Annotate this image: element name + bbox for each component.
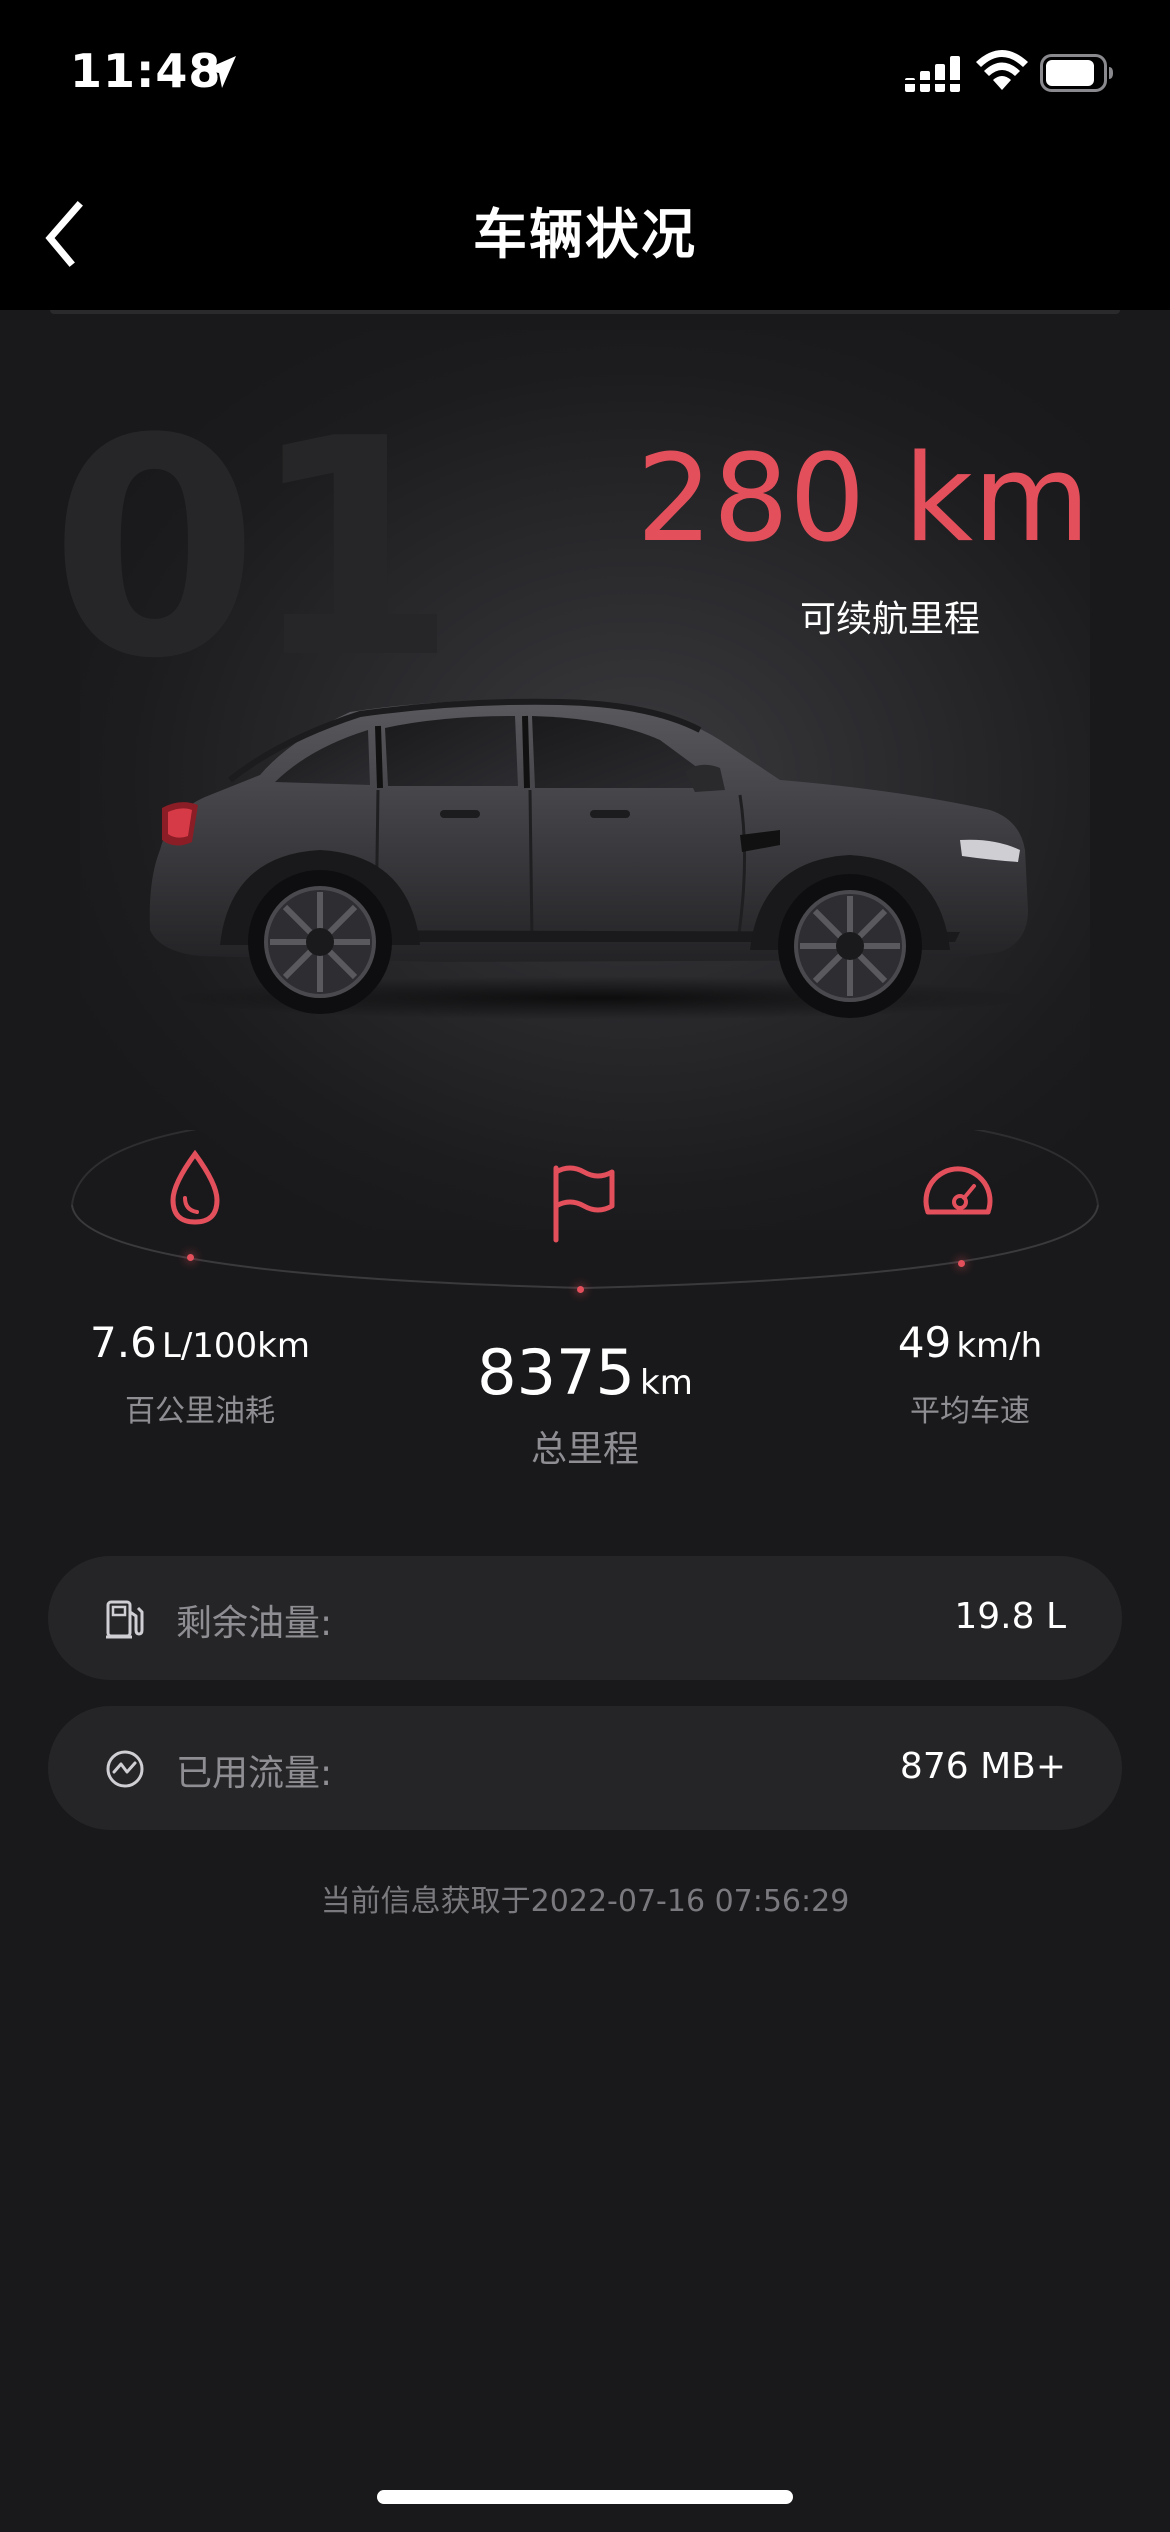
fuel-remaining-label: 剩余油量: [176, 1603, 333, 1644]
speedometer-icon [923, 1166, 993, 1215]
navigation-bar: 车辆状况 [0, 150, 1170, 310]
average-speed-label: 平均车速 [910, 1394, 1030, 1429]
data-used-label: 已用流量: [176, 1753, 333, 1794]
average-speed-value: 49 km/h [810, 1318, 1130, 1367]
vehicle-status-screen: 11:48 车辆状况 01 280 km 可续航里程 7.6 L/100km 百… [0, 0, 1170, 2532]
cellular-signal-icon [905, 56, 960, 92]
data-traffic-icon [106, 1750, 144, 1788]
data-used-value: 876 MB+ [899, 1746, 1066, 1787]
fuel-consumption-dot [187, 1254, 194, 1261]
status-bar: 11:48 [0, 0, 1170, 150]
total-mileage-value: 8375 km [385, 1336, 785, 1409]
total-mileage-label: 总里程 [530, 1429, 639, 1470]
range-label: 可续航里程 [799, 599, 980, 640]
total-mileage-dot [577, 1286, 584, 1293]
fuel-consumption-number: 7.6 [90, 1318, 157, 1367]
battery-icon [1040, 54, 1113, 92]
update-timestamp: 当前信息获取于2022-07-16 07:56:29 [320, 1884, 850, 1919]
fuel-pump-icon [106, 1600, 144, 1639]
average-speed-number: 49 [897, 1318, 952, 1367]
total-mileage-unit: km [640, 1363, 693, 1403]
home-indicator[interactable] [377, 2490, 793, 2504]
location-arrow-icon [204, 56, 236, 88]
fuel-remaining-value: 19.8 L [954, 1596, 1066, 1637]
average-speed-unit: km/h [956, 1326, 1043, 1366]
total-mileage-number: 8375 [477, 1336, 635, 1409]
fuel-consumption-unit: L/100km [161, 1326, 310, 1366]
fuel-consumption-label: 百公里油耗 [125, 1394, 275, 1429]
wifi-icon [976, 50, 1028, 90]
car-image [149, 698, 1030, 1020]
average-speed-dot [958, 1260, 965, 1267]
background-index-number: 01 [50, 375, 457, 724]
flag-icon [553, 1165, 615, 1243]
fuel-drop-icon [170, 1150, 220, 1225]
page-title: 车辆状况 [473, 203, 697, 266]
fuel-consumption-value: 7.6 L/100km [40, 1318, 360, 1367]
range-value: 280 km [636, 430, 1090, 569]
header-divider [50, 310, 1120, 314]
fuel-remaining-row: 剩余油量: 19.8 L [48, 1556, 1122, 1680]
status-time: 11:48 [70, 44, 222, 98]
data-used-row: 已用流量: 876 MB+ [48, 1706, 1122, 1830]
